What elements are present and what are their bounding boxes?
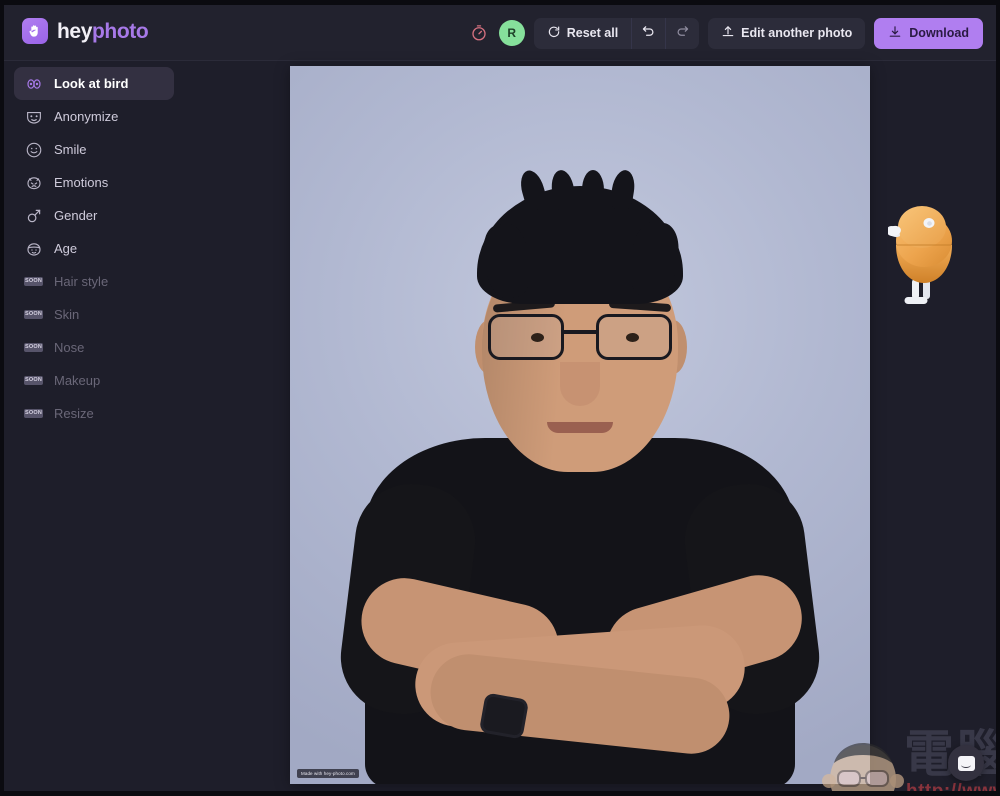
- photo-watermark: Made with hey-photo.com: [297, 769, 359, 778]
- reset-all-label: Reset all: [566, 26, 619, 40]
- hair-spike: [582, 170, 604, 210]
- edit-another-photo-label: Edit another photo: [741, 26, 853, 40]
- subject-eye-left: [531, 333, 544, 342]
- edit-another-photo-button[interactable]: Edit another photo: [708, 18, 865, 49]
- sidebar-item-label: Gender: [54, 208, 98, 223]
- age-face-icon: [24, 239, 43, 258]
- sidebar-item-anonymize[interactable]: Anonymize: [14, 100, 174, 133]
- soon-badge: SOON: [24, 409, 43, 418]
- upload-icon: [721, 24, 735, 42]
- subject-glasses: [486, 314, 674, 360]
- chat-bubble-shape: [957, 755, 975, 771]
- sidebar-item-label: Anonymize: [54, 109, 119, 124]
- sidebar-item-label: Smile: [54, 142, 87, 157]
- sidebar-item-hair-style: SOON Hair style: [14, 265, 174, 298]
- subject-wristwatch: [478, 692, 530, 740]
- app-window: heyphoto R Reset all Edit another photo …: [4, 5, 996, 791]
- sidebar-item-skin: SOON Skin: [14, 298, 174, 331]
- header-toolbar: R Reset all Edit another photo Download: [468, 17, 983, 49]
- glasses-lens-left: [488, 314, 564, 360]
- eyes-icon: [24, 74, 43, 93]
- sidebar-item-gender[interactable]: Gender: [14, 199, 174, 232]
- app-root: heyphoto R Reset all Edit another photo …: [0, 0, 1000, 796]
- 3d-bird-figure: [887, 201, 960, 311]
- soon-badge: SOON: [24, 376, 43, 385]
- redo-button[interactable]: [665, 17, 699, 49]
- reset-all-button[interactable]: Reset all: [534, 18, 631, 49]
- sidebar-item-emotions[interactable]: Emotions: [14, 166, 174, 199]
- history-button-group: Reset all: [533, 17, 700, 49]
- sidebar-item-label: Nose: [54, 340, 85, 355]
- subject-eye-right: [626, 333, 639, 342]
- logo[interactable]: heyphoto: [22, 18, 149, 44]
- download-label: Download: [909, 26, 969, 40]
- sidebar: Look at bird Anonymize Smile Emotions Ge…: [4, 61, 184, 791]
- photo-canvas: Made with hey-photo.com: [184, 61, 996, 791]
- logo-text-photo: photo: [92, 19, 149, 43]
- soon-badge: SOON: [24, 343, 43, 352]
- sidebar-item-label: Hair style: [54, 274, 109, 289]
- subject-hair: [477, 186, 683, 304]
- smiley-icon: [24, 140, 43, 159]
- photo-subject: [290, 66, 870, 784]
- app-header: heyphoto R Reset all Edit another photo …: [4, 5, 996, 61]
- glasses-bridge: [563, 330, 597, 334]
- download-icon: [888, 24, 902, 42]
- logo-text-hey: hey: [57, 19, 92, 43]
- subject-mouth: [547, 422, 613, 433]
- soon-badge: SOON: [24, 277, 43, 286]
- portrait-photo[interactable]: Made with hey-photo.com: [290, 66, 870, 784]
- subject-nose: [560, 362, 600, 406]
- watermark-url: http://www.kocpc.com.tw: [906, 781, 996, 791]
- undo-arrow-icon: [641, 24, 656, 42]
- download-button[interactable]: Download: [874, 17, 983, 49]
- sidebar-item-label: Age: [54, 241, 78, 256]
- sidebar-item-look-at-bird[interactable]: Look at bird: [14, 67, 174, 100]
- sidebar-item-label: Look at bird: [54, 76, 129, 91]
- reset-circle-icon: [547, 25, 561, 42]
- logo-text: heyphoto: [57, 19, 149, 43]
- redo-arrow-icon: [675, 24, 690, 42]
- sidebar-item-resize: SOON Resize: [14, 397, 174, 430]
- sidebar-item-label: Skin: [54, 307, 80, 322]
- stopwatch-icon[interactable]: [468, 22, 490, 44]
- sidebar-item-label: Makeup: [54, 373, 101, 388]
- sidebar-item-nose: SOON Nose: [14, 331, 174, 364]
- sidebar-item-label: Resize: [54, 406, 94, 421]
- waving-hand-icon: [22, 18, 48, 44]
- gender-icon: [24, 206, 43, 225]
- avatar[interactable]: R: [498, 20, 525, 46]
- edit-another-photo-group: Edit another photo: [708, 17, 866, 49]
- emotions-icon: [24, 173, 43, 192]
- sidebar-item-age[interactable]: Age: [14, 232, 174, 265]
- sidebar-item-label: Emotions: [54, 175, 109, 190]
- sidebar-item-smile[interactable]: Smile: [14, 133, 174, 166]
- chat-bubble-icon[interactable]: [948, 745, 984, 781]
- glasses-lens-right: [596, 314, 672, 360]
- soon-badge: SOON: [24, 310, 43, 319]
- undo-button[interactable]: [631, 17, 665, 49]
- mask-icon: [24, 107, 43, 126]
- sidebar-item-makeup: SOON Makeup: [14, 364, 174, 397]
